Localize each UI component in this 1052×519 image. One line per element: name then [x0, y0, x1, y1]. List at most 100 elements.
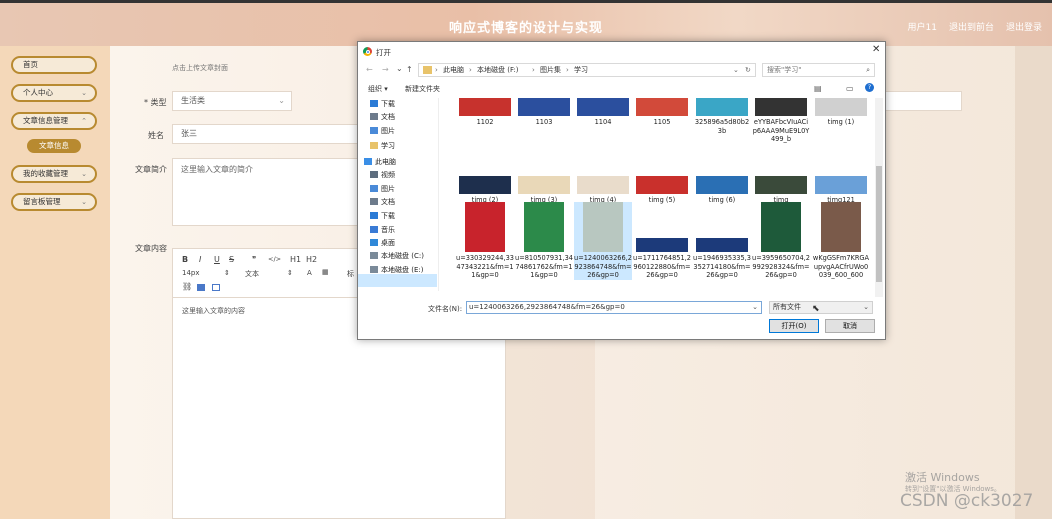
drive-icon — [370, 266, 378, 273]
filetype-select[interactable]: 所有文件 ⌄ — [769, 301, 873, 314]
text-style-select[interactable]: 文本 — [245, 269, 259, 279]
link-icon[interactable]: ⛓ — [182, 282, 192, 291]
file-item[interactable]: timg (2) — [456, 156, 514, 205]
nav-item[interactable]: 图片 — [370, 183, 395, 196]
view-options-icon[interactable]: ▤ — [814, 84, 822, 93]
sidebar-item-profile[interactable]: 个人中心 ⌄ — [11, 84, 97, 102]
breadcrumb-item[interactable]: 图片集 — [540, 64, 561, 76]
file-thumbnail — [518, 98, 570, 116]
nav-item[interactable]: 音乐 — [370, 224, 395, 237]
file-item[interactable]: timg121 — [812, 156, 870, 205]
file-item[interactable]: timg (3) — [515, 156, 573, 205]
back-office-link[interactable]: 退出到前台 — [949, 20, 994, 33]
file-item[interactable]: timg — [752, 156, 810, 205]
refresh-icon[interactable]: ↻ — [745, 64, 751, 76]
new-folder-button[interactable]: 新建文件夹 — [405, 84, 440, 94]
sidebar-item-home[interactable]: 首页 — [11, 56, 97, 74]
file-item[interactable]: 1104 — [574, 98, 632, 127]
underline-button[interactable]: U — [214, 255, 220, 264]
address-bar[interactable]: › 此电脑 › 本地磁盘 (F:) › 图片集 › 学习 ⌄ ↻ — [418, 63, 756, 77]
file-item[interactable]: 1102 — [456, 98, 514, 127]
breadcrumb-item[interactable]: 此电脑 — [443, 64, 464, 76]
nav-item-label: 桌面 — [381, 239, 395, 247]
file-item[interactable]: timg (6) — [693, 156, 751, 205]
pictures-icon — [370, 127, 378, 134]
file-item[interactable]: u=810507931,3474861762&fm=11&gp=0 — [515, 202, 573, 280]
preview-pane-icon[interactable]: ▭ — [846, 84, 854, 93]
bold-button[interactable]: B — [182, 255, 188, 264]
upload-cover-hint[interactable]: 点击上传文章封面 — [172, 63, 228, 73]
file-item[interactable]: u=3959650704,2992928324&fm=26&gp=0 — [752, 202, 810, 280]
user-link[interactable]: 用户11 — [908, 20, 937, 33]
sidebar-item-label: 留言板管理 — [23, 197, 61, 206]
nav-item[interactable]: 桌面 — [370, 237, 395, 250]
nav-item[interactable]: 此电脑 — [364, 156, 396, 169]
highlight-icon[interactable]: ▦ — [322, 268, 329, 276]
sidebar-item-favorites[interactable]: 我的收藏管理 ⌄ — [11, 165, 97, 183]
nav-item[interactable]: 本地磁盘 (C:) — [370, 250, 424, 263]
author-input[interactable]: 张三 — [172, 124, 358, 144]
chevron-down-icon: ⌄ — [81, 170, 87, 178]
h2-button[interactable]: H2 — [306, 255, 317, 264]
close-icon[interactable]: ✕ — [872, 44, 880, 55]
chevron-down-icon[interactable]: ⌄ — [396, 64, 403, 73]
nav-item-label: 文档 — [381, 198, 395, 206]
file-thumbnail — [755, 202, 807, 252]
cancel-button[interactable]: 取消 — [825, 319, 875, 333]
file-thumbnail — [459, 202, 511, 252]
logout-link[interactable]: 退出登录 — [1006, 20, 1042, 33]
file-item[interactable]: eYYBAFbcVIuACip6AAA9MuE9L0Y499_b — [752, 98, 810, 144]
file-item[interactable]: u=1711764851,2960122880&fm=26&gp=0 — [633, 202, 691, 280]
type-select[interactable]: 生活类 ⌄ — [172, 91, 292, 111]
nav-item[interactable]: 下载 — [370, 210, 395, 223]
help-icon[interactable]: ? — [865, 83, 874, 92]
open-button[interactable]: 打开(O) — [769, 319, 819, 333]
nav-item[interactable]: 图片 — [370, 125, 395, 138]
file-item[interactable]: u=1240063266,2923864748&fm=26&gp=0 — [574, 202, 632, 280]
background-shade — [1015, 46, 1052, 519]
type-label: * 类型 — [144, 98, 167, 107]
up-icon[interactable]: ↑ — [406, 65, 413, 74]
file-item[interactable]: u=1946935335,3352714180&fm=26&gp=0 — [693, 202, 751, 280]
sidebar-item-messages[interactable]: 留言板管理 ⌄ — [11, 193, 97, 211]
text-field[interactable] — [880, 91, 962, 111]
file-item[interactable]: timg (5) — [633, 156, 691, 205]
breadcrumb-item[interactable]: 本地磁盘 (F:) — [477, 64, 519, 76]
breadcrumb-item[interactable]: 学习 — [574, 64, 588, 76]
image-icon[interactable] — [197, 284, 205, 291]
file-item[interactable]: u=330329244,3347343221&fm=11&gp=0 — [456, 202, 514, 280]
sidebar-item-article-management[interactable]: 文章信息管理 ⌃ — [11, 112, 97, 130]
file-item[interactable]: timg (4) — [574, 156, 632, 205]
back-icon[interactable]: ← — [366, 65, 373, 74]
font-color-icon[interactable]: A — [307, 269, 312, 277]
file-item[interactable]: wKgGSFm7KRGAupvgAACfrUWo0039_600_600 — [812, 202, 870, 280]
nav-item[interactable]: 文档 — [370, 196, 395, 209]
strike-button[interactable]: S — [229, 255, 234, 264]
nav-item[interactable]: 视频 — [370, 169, 395, 182]
nav-item[interactable]: 下载 — [370, 98, 395, 111]
search-input[interactable]: 搜索"学习" ⌕ — [762, 63, 875, 77]
font-size-select[interactable]: 14px — [182, 269, 200, 277]
h1-button[interactable]: H1 — [290, 255, 301, 264]
font-select[interactable]: 标 — [347, 269, 354, 279]
chevron-down-icon: ⌄ — [278, 96, 285, 105]
file-item[interactable]: 1103 — [515, 98, 573, 127]
scrollbar[interactable] — [875, 98, 883, 297]
video-icon[interactable] — [212, 284, 220, 291]
file-item[interactable]: 1105 — [633, 98, 691, 127]
organize-button[interactable]: 组织 ▾ — [368, 84, 388, 94]
filename-input[interactable]: u=1240063266,2923864748&fm=26&gp=0 ⌄ — [466, 301, 762, 314]
nav-item[interactable]: 学习 — [370, 140, 395, 153]
nav-item[interactable]: 文档 — [370, 111, 395, 124]
code-button[interactable]: </> — [268, 255, 281, 263]
mouse-cursor-icon: ⬉ — [812, 304, 820, 314]
chevron-down-icon[interactable]: ⌄ — [733, 64, 739, 76]
summary-textarea[interactable]: 这里输入文章的简介 — [172, 158, 358, 226]
quote-button[interactable]: ❞ — [252, 255, 256, 264]
italic-button[interactable]: I — [199, 255, 201, 264]
file-item[interactable]: timg (1) — [812, 98, 870, 127]
sidebar-subitem-articles[interactable]: 文章信息 — [27, 139, 81, 153]
scrollbar-thumb[interactable] — [876, 166, 882, 282]
file-item[interactable]: 325896a5d80b23b — [693, 98, 751, 135]
forward-icon[interactable]: → — [382, 65, 389, 74]
